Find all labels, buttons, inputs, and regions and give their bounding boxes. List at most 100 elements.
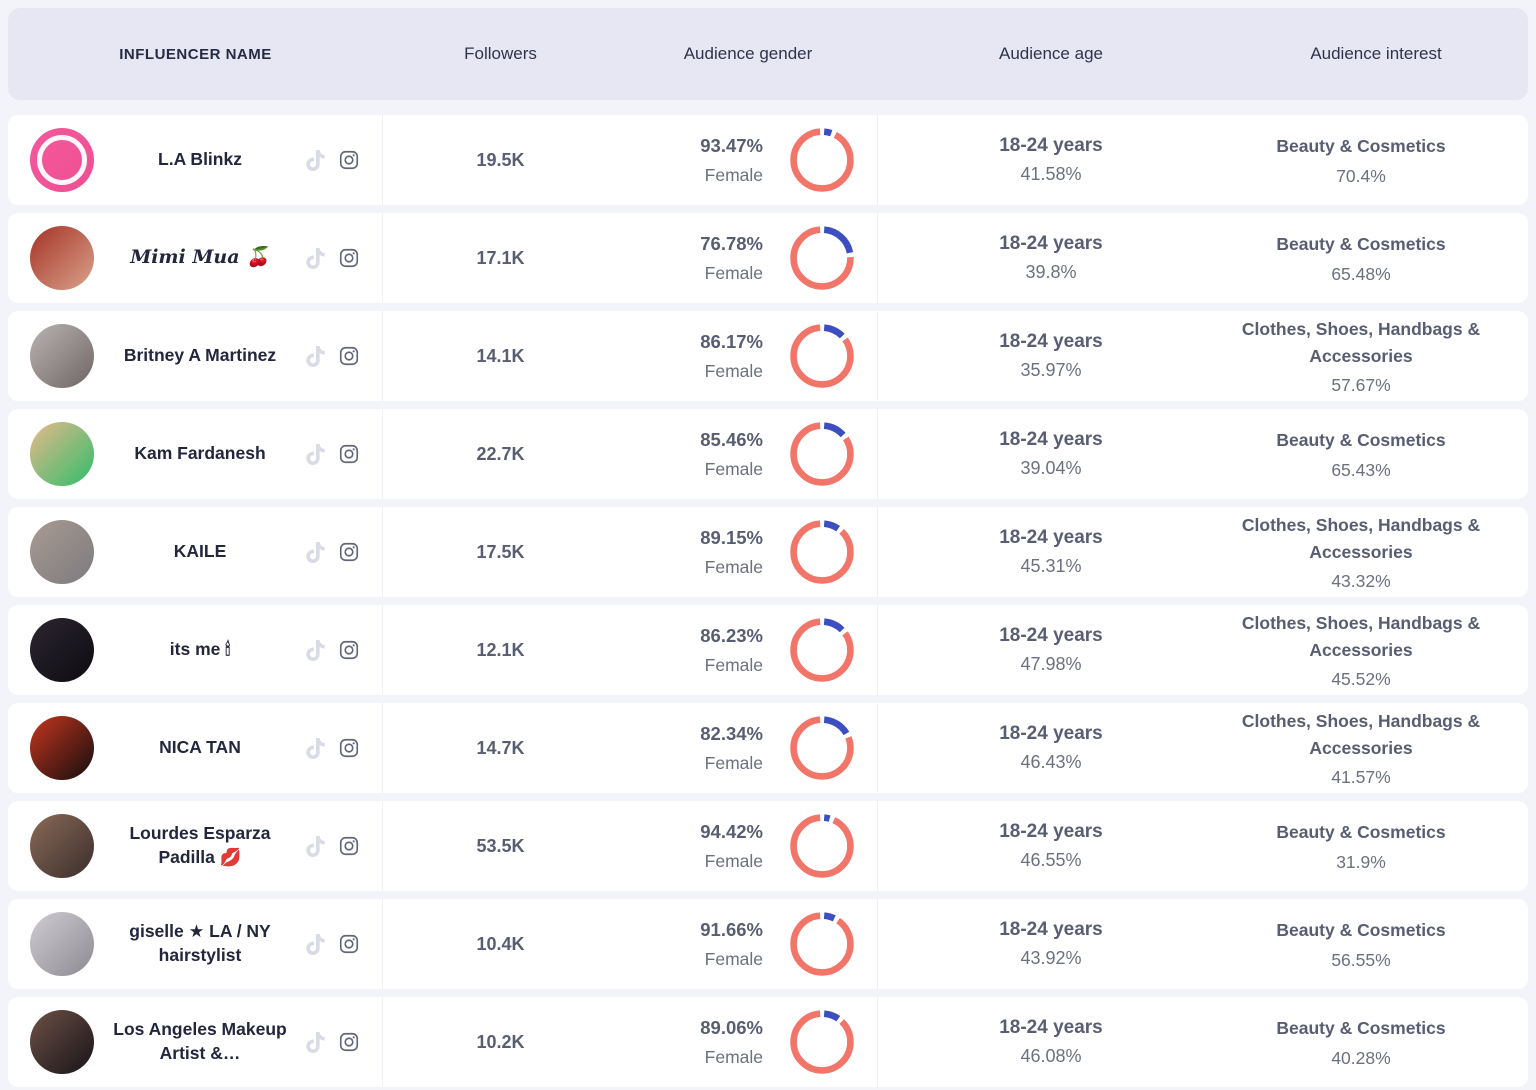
influencer-name[interactable]: Mimi Mua 🍒 — [94, 245, 306, 271]
age-range: 18-24 years — [999, 429, 1103, 451]
table-row[interactable]: Los Angeles Makeup Artist &… 10.2K — [8, 997, 1528, 1087]
table-row[interactable]: giselle ★ LA / NY hairstylist 10.4K — [8, 899, 1528, 989]
gender-label: Female — [700, 263, 763, 284]
instagram-icon[interactable] — [338, 149, 360, 171]
tiktok-icon[interactable] — [306, 640, 325, 661]
instagram-icon[interactable] — [338, 1031, 360, 1053]
table-row[interactable]: its me 🕯 12.1K — [8, 605, 1528, 695]
followers-count: 22.7K — [476, 444, 524, 465]
influencer-cell: its me 🕯 — [8, 605, 383, 695]
followers-cell: 53.5K — [383, 801, 618, 891]
audience-age-cell: 18-24 years 39.04% — [878, 409, 1224, 499]
influencer-name[interactable]: giselle ★ LA / NY hairstylist — [94, 920, 306, 967]
avatar[interactable] — [30, 1010, 94, 1074]
followers-cell: 17.5K — [383, 507, 618, 597]
table-row[interactable]: Lourdes Esparza Padilla 💋 53.5K — [8, 801, 1528, 891]
avatar[interactable] — [30, 520, 94, 584]
influencer-name[interactable]: KAILE — [94, 540, 306, 564]
audience-age-cell: 18-24 years 39.8% — [878, 213, 1224, 303]
tiktok-icon[interactable] — [306, 248, 325, 269]
table-row[interactable]: NICA TAN 14.7K — [8, 703, 1528, 793]
gender-percent: 82.34% — [700, 723, 763, 745]
audience-interest-cell: Beauty & Cosmetics 40.28% — [1224, 997, 1528, 1087]
gender-text: 82.34% Female — [700, 723, 763, 774]
audience-interest-cell: Clothes, Shoes, Handbags & Accessories 4… — [1224, 605, 1528, 695]
avatar[interactable] — [30, 324, 94, 388]
tiktok-icon[interactable] — [306, 150, 325, 171]
interest-label: Clothes, Shoes, Handbags & Accessories — [1230, 708, 1492, 762]
interest-label: Clothes, Shoes, Handbags & Accessories — [1230, 316, 1492, 370]
tiktok-icon[interactable] — [306, 738, 325, 759]
gender-donut-chart — [789, 421, 855, 487]
table-row[interactable]: KAILE 17.5K 8 — [8, 507, 1528, 597]
instagram-icon[interactable] — [338, 639, 360, 661]
table-row[interactable]: L.A Blinkz 19.5K — [8, 115, 1528, 205]
influencer-name[interactable]: L.A Blinkz — [94, 148, 306, 172]
age-percent: 39.04% — [1020, 458, 1081, 479]
influencer-name[interactable]: NICA TAN — [94, 736, 306, 760]
audience-age-cell: 18-24 years 46.55% — [878, 801, 1224, 891]
influencer-table: INFLUENCER NAME Followers Audience gende… — [0, 0, 1536, 1087]
gender-percent: 76.78% — [700, 233, 763, 255]
influencer-name[interactable]: Lourdes Esparza Padilla 💋 — [94, 822, 306, 869]
table-header: INFLUENCER NAME Followers Audience gende… — [8, 8, 1528, 100]
avatar[interactable] — [30, 912, 94, 976]
gender-donut-chart — [789, 617, 855, 683]
instagram-icon[interactable] — [338, 835, 360, 857]
avatar[interactable] — [30, 226, 94, 290]
followers-cell: 17.1K — [383, 213, 618, 303]
table-row[interactable]: Britney A Martinez 14.1K — [8, 311, 1528, 401]
tiktok-icon[interactable] — [306, 836, 325, 857]
instagram-icon[interactable] — [338, 247, 360, 269]
audience-age-cell: 18-24 years 43.92% — [878, 899, 1224, 989]
instagram-icon[interactable] — [338, 737, 360, 759]
interest-percent: 43.32% — [1331, 571, 1390, 592]
interest-percent: 65.48% — [1331, 264, 1390, 285]
influencer-name[interactable]: Britney A Martinez — [94, 344, 306, 368]
avatar[interactable] — [30, 128, 94, 192]
avatar[interactable] — [30, 814, 94, 878]
table-row[interactable]: Mimi Mua 🍒 17.1K — [8, 213, 1528, 303]
column-header-followers: Followers — [383, 44, 618, 64]
age-range: 18-24 years — [999, 821, 1103, 843]
table-row[interactable]: Kam Fardanesh 22.7K — [8, 409, 1528, 499]
followers-cell: 10.2K — [383, 997, 618, 1087]
gender-label: Female — [700, 655, 763, 676]
influencer-name[interactable]: Kam Fardanesh — [94, 442, 306, 466]
followers-cell: 19.5K — [383, 115, 618, 205]
avatar[interactable] — [30, 716, 94, 780]
tiktok-icon[interactable] — [306, 542, 325, 563]
social-icons — [306, 835, 360, 857]
influencer-name[interactable]: its me 🕯 — [94, 638, 306, 662]
avatar[interactable] — [30, 422, 94, 486]
gender-percent: 93.47% — [700, 135, 763, 157]
influencer-name[interactable]: Los Angeles Makeup Artist &… — [94, 1018, 306, 1065]
gender-text: 86.23% Female — [700, 625, 763, 676]
audience-age-cell: 18-24 years 46.08% — [878, 997, 1224, 1087]
followers-count: 17.5K — [476, 542, 524, 563]
instagram-icon[interactable] — [338, 443, 360, 465]
avatar[interactable] — [30, 618, 94, 682]
audience-age-cell: 18-24 years 45.31% — [878, 507, 1224, 597]
instagram-icon[interactable] — [338, 541, 360, 563]
interest-label: Clothes, Shoes, Handbags & Accessories — [1230, 512, 1492, 566]
followers-cell: 12.1K — [383, 605, 618, 695]
influencer-cell: giselle ★ LA / NY hairstylist — [8, 899, 383, 989]
interest-label: Clothes, Shoes, Handbags & Accessories — [1230, 610, 1492, 664]
followers-cell: 14.1K — [383, 311, 618, 401]
tiktok-icon[interactable] — [306, 346, 325, 367]
tiktok-icon[interactable] — [306, 444, 325, 465]
instagram-icon[interactable] — [338, 933, 360, 955]
tiktok-icon[interactable] — [306, 934, 325, 955]
age-range: 18-24 years — [999, 527, 1103, 549]
tiktok-icon[interactable] — [306, 1032, 325, 1053]
audience-gender-cell: 91.66% Female — [618, 899, 878, 989]
influencer-cell: Lourdes Esparza Padilla 💋 — [8, 801, 383, 891]
interest-percent: 56.55% — [1331, 950, 1390, 971]
influencer-cell: Mimi Mua 🍒 — [8, 213, 383, 303]
audience-gender-cell: 86.17% Female — [618, 311, 878, 401]
age-percent: 45.31% — [1020, 556, 1081, 577]
gender-text: 93.47% Female — [700, 135, 763, 186]
gender-donut-chart — [789, 225, 855, 291]
instagram-icon[interactable] — [338, 345, 360, 367]
